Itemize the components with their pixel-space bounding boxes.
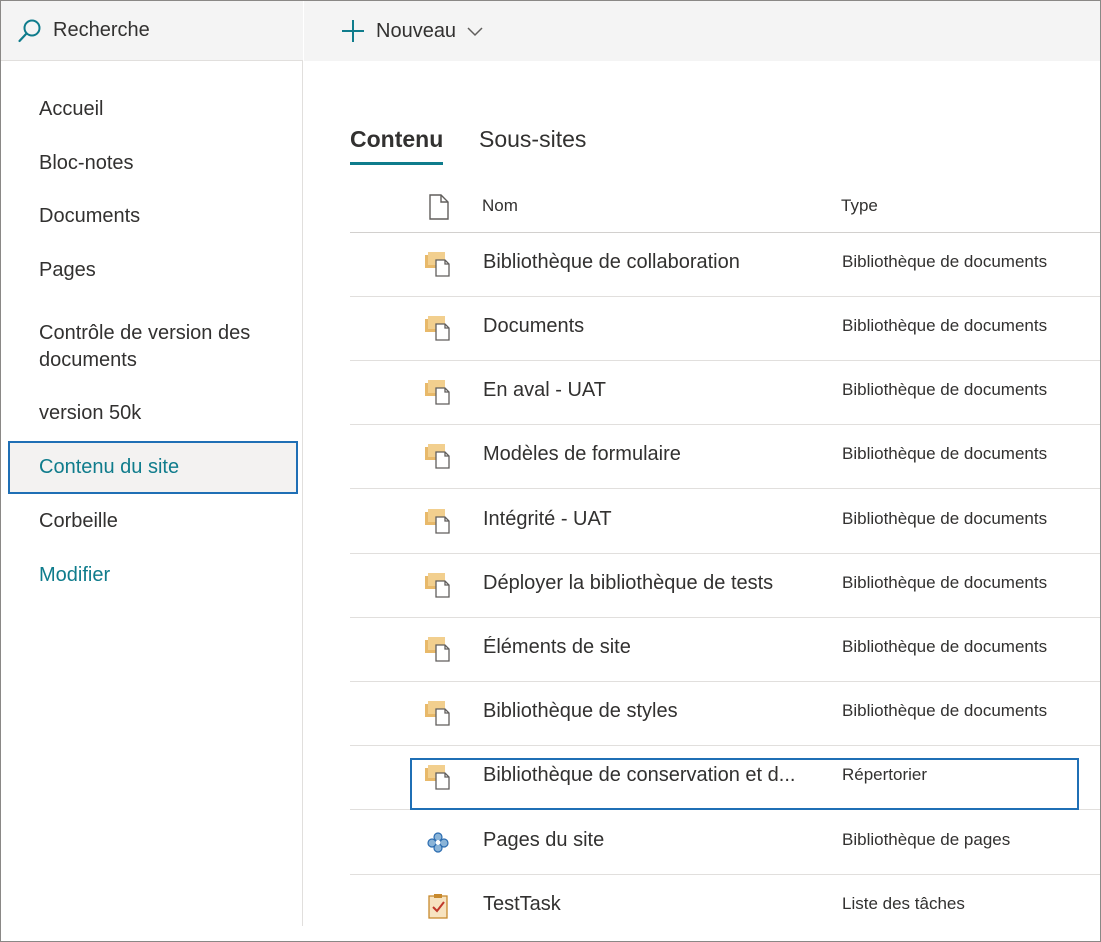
row-type: Bibliothèque de documents — [842, 316, 1048, 335]
row-name-link[interactable]: TestTask — [483, 893, 561, 916]
search-box[interactable]: Recherche — [1, 1, 303, 61]
nav-item-contenu-du-site[interactable]: Contenu du site — [39, 454, 179, 481]
row-type: Bibliothèque de documents — [842, 637, 1048, 656]
row-type: Bibliothèque de pages — [842, 830, 1011, 849]
row-name-link[interactable]: Pages du site — [483, 829, 604, 852]
nav-item-version-50k[interactable]: version 50k — [39, 400, 141, 427]
document-library-icon — [424, 636, 452, 662]
row-name-link[interactable]: Déployer la bibliothèque de tests — [483, 572, 773, 595]
tab-contenu[interactable]: Contenu — [350, 124, 443, 154]
table-row[interactable]: Bibliothèque de collaboration Bibliothèqu… — [350, 233, 1100, 297]
row-type: Bibliothèque de documents — [842, 252, 1048, 271]
nav-item-controle-version[interactable]: Contrôle de version des documents — [39, 320, 279, 374]
new-button[interactable]: Nouveau — [340, 18, 484, 44]
table-row[interactable]: Bibliothèque de conservation et d... Répe… — [350, 746, 1100, 810]
plus-icon — [342, 20, 364, 42]
document-library-icon — [424, 251, 452, 277]
site-pages-icon — [424, 829, 452, 855]
document-library-icon — [424, 572, 452, 598]
table-row[interactable]: En aval - UAT Bibliothèque de documents — [350, 361, 1100, 425]
row-type: Bibliothèque de documents — [842, 701, 1048, 720]
row-name-link[interactable]: Intégrité - UAT — [483, 508, 612, 531]
new-button-label: Nouveau — [376, 19, 457, 42]
column-header-type[interactable]: Type — [841, 196, 878, 216]
tab-sous-sites[interactable]: Sous-sites — [479, 124, 586, 154]
document-library-icon — [424, 700, 452, 726]
document-icon[interactable] — [428, 194, 450, 220]
table-row[interactable]: Déployer la bibliothèque de tests Bibliot… — [350, 554, 1100, 618]
search-label: Recherche — [53, 19, 150, 41]
row-type: Bibliothèque de documents — [842, 380, 1048, 399]
row-name-link[interactable]: Éléments de site — [483, 636, 631, 659]
table-row[interactable]: Bibliothèque de styles Bibliothèque de do… — [350, 682, 1100, 746]
document-library-icon — [424, 764, 452, 790]
left-navigation: Recherche Accueil Bloc-notes Documents P… — [1, 1, 303, 926]
document-library-icon — [424, 508, 452, 534]
document-library-icon — [424, 443, 452, 469]
nav-item-accueil[interactable]: Accueil — [39, 96, 103, 123]
row-type: Liste des tâches — [842, 894, 965, 913]
table-row[interactable]: Éléments de site Bibliothèque de document… — [350, 618, 1100, 682]
row-name-link[interactable]: Documents — [483, 315, 584, 338]
nav-edit-link[interactable]: Modifier — [39, 562, 110, 589]
column-header-name[interactable]: Nom — [482, 196, 518, 216]
row-name-link[interactable]: Bibliothèque de styles — [483, 700, 678, 723]
nav-item-bloc-notes[interactable]: Bloc-notes — [39, 150, 134, 177]
document-library-icon — [424, 379, 452, 405]
row-type: Bibliothèque de documents — [842, 573, 1048, 592]
row-name-link[interactable]: Modèles de formulaire — [483, 443, 681, 466]
table-row[interactable]: Pages du site Bibliothèque de pages — [350, 811, 1100, 875]
table-row[interactable]: Documents Bibliothèque de documents — [350, 297, 1100, 361]
active-tab-indicator — [350, 162, 443, 165]
nav-item-documents[interactable]: Documents — [39, 203, 140, 230]
document-library-icon — [424, 315, 452, 341]
row-type: Répertorier — [842, 765, 928, 784]
row-name-link[interactable]: En aval - UAT — [483, 379, 606, 402]
table-row[interactable]: TestTask Liste des tâches — [350, 875, 1100, 939]
row-type: Bibliothèque de documents — [842, 444, 1048, 463]
table-row[interactable]: Intégrité - UAT Bibliothèque de documents — [350, 490, 1100, 554]
nav-item-corbeille[interactable]: Corbeille — [39, 508, 118, 535]
command-bar: Nouveau — [304, 1, 1100, 61]
search-icon — [18, 19, 41, 42]
task-list-icon — [424, 893, 452, 919]
row-name-link[interactable]: Bibliothèque de conservation et d... — [483, 764, 795, 787]
row-name-link[interactable]: Bibliothèque de collaboration — [483, 251, 740, 274]
table-row[interactable]: Modèles de formulaire Bibliothèque de doc… — [350, 425, 1100, 489]
nav-item-pages[interactable]: Pages — [39, 257, 96, 284]
chevron-down-icon — [467, 27, 483, 37]
row-type: Bibliothèque de documents — [842, 509, 1048, 528]
